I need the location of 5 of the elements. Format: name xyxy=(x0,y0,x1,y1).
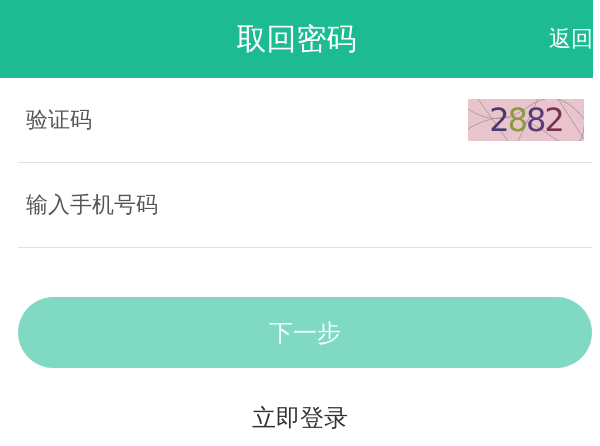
page-title: 取回密码 xyxy=(236,20,356,58)
captcha-image[interactable]: 2882 xyxy=(468,99,584,141)
input-field[interactable]: 输入手机号码 xyxy=(18,192,592,218)
input-field[interactable]: 验证码 xyxy=(18,108,468,132)
login-link[interactable]: 立即登录 xyxy=(252,402,348,434)
